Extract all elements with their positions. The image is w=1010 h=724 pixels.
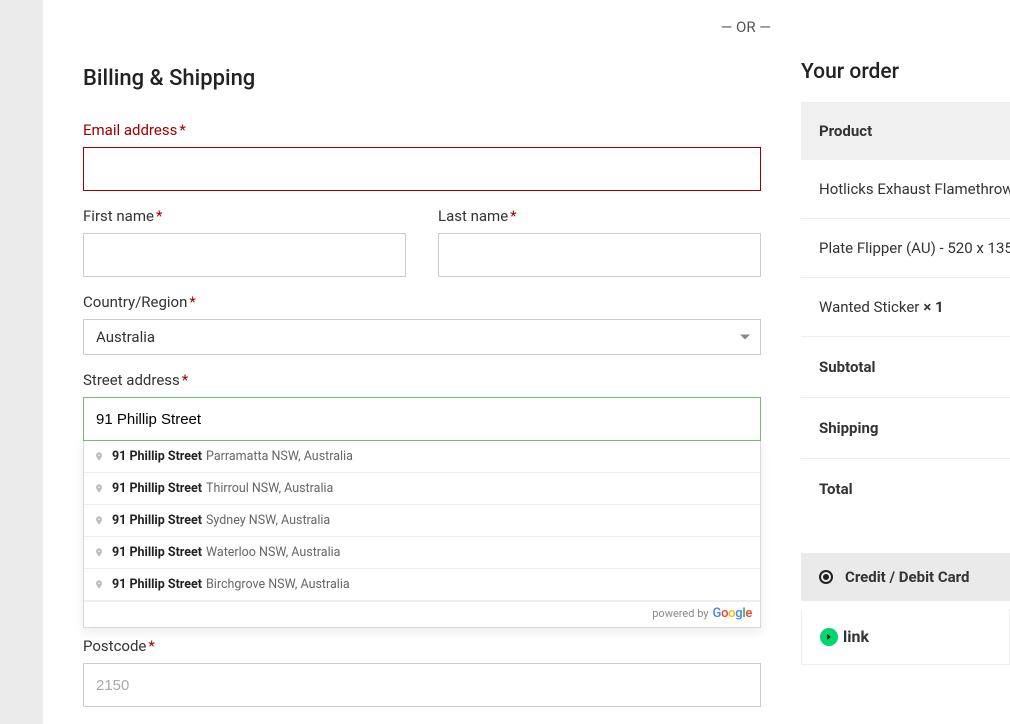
autocomplete-item[interactable]: 91 Phillip Street Sydney NSW, Australia [84, 505, 760, 537]
order-summary-column: Your order Product Hotlicks Exhaust Flam… [801, 0, 1010, 724]
payment-card-option[interactable]: Credit / Debit Card [801, 553, 1010, 601]
last-name-field[interactable] [438, 233, 761, 277]
google-logo: Google [713, 606, 752, 621]
link-logo-icon [820, 628, 838, 646]
left-gutter [0, 0, 43, 724]
required-asterisk: * [156, 207, 162, 225]
checkout-form-column: — OR — Billing & Shipping Email address*… [43, 0, 801, 724]
country-label: Country/Region* [83, 293, 761, 311]
autocomplete-item[interactable]: 91 Phillip Street Birchgrove NSW, Austra… [84, 569, 760, 601]
required-asterisk: * [179, 121, 185, 139]
radio-selected-icon [819, 570, 833, 584]
map-pin-icon [94, 449, 104, 464]
order-item: Wanted Sticker× 1 [801, 278, 1010, 337]
street-address-label: Street address* [83, 371, 761, 389]
postcode-field[interactable] [83, 663, 761, 707]
or-divider: — OR — [83, 0, 771, 48]
required-asterisk: * [189, 293, 195, 311]
order-item: Plate Flipper (AU) - 520 x 135 [801, 219, 1010, 278]
autocomplete-item[interactable]: 91 Phillip Street Parramatta NSW, Austra… [84, 441, 760, 473]
email-field[interactable] [83, 147, 761, 191]
map-pin-icon [94, 577, 104, 592]
street-address-field[interactable] [83, 397, 761, 441]
order-subtotal-label: Subtotal [801, 337, 1010, 398]
autocomplete-item[interactable]: 91 Phillip Street Thirroul NSW, Australi… [84, 473, 760, 505]
email-label: Email address* [83, 121, 761, 139]
autocomplete-item[interactable]: 91 Phillip Street Waterloo NSW, Australi… [84, 537, 760, 569]
billing-shipping-heading: Billing & Shipping [83, 66, 761, 91]
first-name-field[interactable] [83, 233, 406, 277]
required-asterisk: * [510, 207, 516, 225]
payment-link-option[interactable]: link [801, 609, 1010, 665]
order-item: Hotlicks Exhaust Flamethrower [801, 160, 1010, 219]
first-name-label: First name* [83, 207, 406, 225]
postcode-label: Postcode* [83, 637, 761, 655]
chevron-down-icon [740, 335, 750, 340]
order-shipping-label: Shipping [801, 398, 1010, 459]
last-name-label: Last name* [438, 207, 761, 225]
required-asterisk: * [182, 371, 188, 389]
your-order-heading: Your order [801, 60, 1010, 84]
order-total-label: Total [801, 459, 1010, 519]
required-asterisk: * [148, 637, 154, 655]
map-pin-icon [94, 481, 104, 496]
map-pin-icon [94, 513, 104, 528]
map-pin-icon [94, 545, 104, 560]
address-autocomplete-dropdown: 91 Phillip Street Parramatta NSW, Austra… [83, 441, 761, 628]
order-product-header: Product [801, 102, 1010, 160]
autocomplete-footer: powered by Google [84, 601, 760, 627]
country-select[interactable]: Australia [83, 319, 761, 355]
